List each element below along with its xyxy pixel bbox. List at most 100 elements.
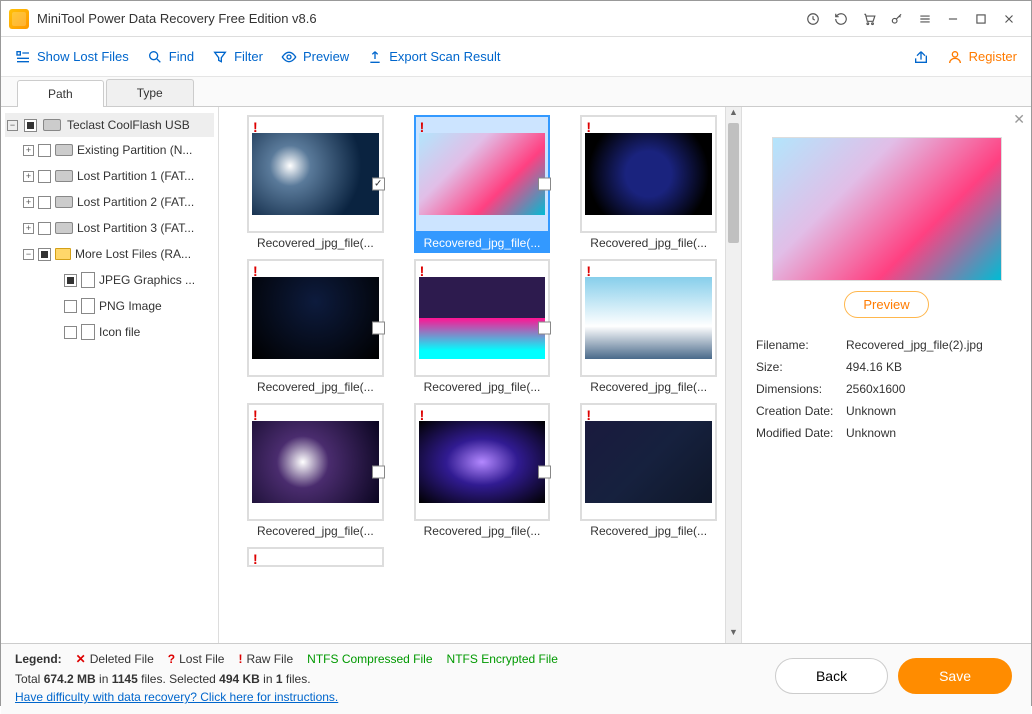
register-label: Register [969, 49, 1017, 64]
legend-deleted: Deleted File [90, 652, 154, 666]
file-checkbox[interactable] [372, 322, 385, 335]
file-card[interactable]: !Recovered_jpg_file(... [227, 403, 384, 541]
file-card[interactable]: !Recovered_jpg_file(... [560, 259, 717, 397]
checkbox[interactable] [38, 196, 51, 209]
file-checkbox[interactable] [372, 466, 385, 479]
key-icon[interactable] [883, 5, 911, 33]
share-button[interactable] [913, 49, 929, 65]
show-lost-label: Show Lost Files [37, 49, 129, 64]
tab-path[interactable]: Path [17, 80, 104, 107]
checkbox[interactable] [38, 170, 51, 183]
file-name: Recovered_jpg_file(... [580, 377, 717, 397]
legend-lost: Lost File [179, 652, 224, 666]
legend-ntfs-e: NTFS Encrypted File [447, 652, 558, 666]
file-checkbox[interactable]: ✓ [372, 178, 385, 191]
preview-meta: Filename:Recovered_jpg_file(2).jpg Size:… [756, 334, 1017, 444]
minimize-button[interactable] [939, 5, 967, 33]
tree-item[interactable]: −More Lost Files (RA... [5, 241, 214, 267]
tree-item[interactable]: +Lost Partition 2 (FAT... [5, 189, 214, 215]
tree-item[interactable]: + Lost Partition 1 (FAT... [5, 163, 214, 189]
scroll-up-icon[interactable]: ▲ [726, 107, 741, 123]
tree-panel: − Teclast CoolFlash USB +Existing Partit… [1, 107, 219, 643]
drive-icon [55, 196, 73, 208]
collapse-icon[interactable]: − [23, 249, 34, 260]
filter-icon [212, 49, 228, 65]
preview-label: Preview [303, 49, 349, 64]
file-card[interactable]: !Recovered_jpg_file(... [560, 115, 717, 253]
file-name: Recovered_jpg_file(... [580, 233, 717, 253]
help-link[interactable]: Have difficulty with data recovery? Clic… [15, 690, 338, 704]
checkbox[interactable] [38, 248, 51, 261]
tree-subitem-label: Icon file [99, 325, 140, 339]
expand-icon[interactable]: + [23, 171, 34, 182]
file-type-icon [81, 298, 95, 314]
close-button[interactable] [995, 5, 1023, 33]
tree-subitem[interactable]: JPEG Graphics ... [5, 267, 214, 293]
cart-icon[interactable] [855, 5, 883, 33]
file-card[interactable]: ! [227, 547, 384, 567]
export-button[interactable]: Export Scan Result [367, 49, 500, 65]
find-button[interactable]: Find [147, 49, 194, 65]
filter-button[interactable]: Filter [212, 49, 263, 65]
refresh-icon[interactable] [827, 5, 855, 33]
scroll-thumb[interactable] [728, 123, 739, 243]
scrollbar[interactable]: ▲ ▼ [725, 107, 741, 643]
file-name: Recovered_jpg_file(... [247, 377, 384, 397]
file-card[interactable]: !Recovered_jpg_file(... [560, 403, 717, 541]
tree-subitem[interactable]: Icon file [5, 319, 214, 345]
file-checkbox[interactable] [538, 322, 551, 335]
expand-icon[interactable]: + [23, 223, 34, 234]
tab-type[interactable]: Type [106, 79, 194, 106]
file-checkbox[interactable] [538, 178, 551, 191]
share-icon [913, 49, 929, 65]
main-content: − Teclast CoolFlash USB +Existing Partit… [1, 107, 1031, 643]
save-button[interactable]: Save [898, 658, 1012, 694]
preview-button[interactable]: Preview [281, 49, 349, 65]
menu-icon[interactable] [911, 5, 939, 33]
meta-value-size: 494.16 KB [846, 356, 902, 378]
collapse-icon[interactable]: − [7, 120, 18, 131]
preview-open-button[interactable]: Preview [844, 291, 928, 318]
tree-item[interactable]: +Lost Partition 3 (FAT... [5, 215, 214, 241]
tree-subitem-label: PNG Image [99, 299, 162, 313]
meta-value-dimensions: 2560x1600 [846, 378, 905, 400]
file-card[interactable]: ✓!Recovered_jpg_file(... [394, 115, 551, 253]
file-grid: !Recovered_jpg_file(...✓!Recovered_jpg_f… [219, 107, 725, 643]
file-card[interactable]: !Recovered_jpg_file(... [394, 403, 551, 541]
file-card[interactable]: !Recovered_jpg_file(... [227, 115, 384, 253]
checkbox[interactable] [64, 274, 77, 287]
checkbox[interactable] [64, 300, 77, 313]
checkbox[interactable] [24, 119, 37, 132]
register-button[interactable]: Register [947, 49, 1017, 65]
file-name: Recovered_jpg_file(... [247, 521, 384, 541]
checkbox[interactable] [38, 222, 51, 235]
expand-icon[interactable]: + [23, 197, 34, 208]
file-card[interactable]: !Recovered_jpg_file(... [394, 259, 551, 397]
file-card[interactable]: !Recovered_jpg_file(... [227, 259, 384, 397]
maximize-button[interactable] [967, 5, 995, 33]
tree-item[interactable]: +Existing Partition (N... [5, 137, 214, 163]
file-name: Recovered_jpg_file(... [414, 233, 551, 253]
deleted-file-icon: ✕ [76, 652, 86, 666]
tree-root[interactable]: − Teclast CoolFlash USB [5, 113, 214, 137]
show-lost-files-button[interactable]: Show Lost Files [15, 49, 129, 65]
thumbnail [419, 421, 546, 503]
file-checkbox[interactable] [538, 466, 551, 479]
export-label: Export Scan Result [389, 49, 500, 64]
expand-icon[interactable]: + [23, 145, 34, 156]
close-preview-icon[interactable]: ✕ [1013, 111, 1025, 128]
back-button[interactable]: Back [775, 658, 888, 694]
scroll-track[interactable] [726, 123, 741, 627]
scroll-down-icon[interactable]: ▼ [726, 627, 741, 643]
drive-icon [43, 119, 61, 131]
checkbox[interactable] [38, 144, 51, 157]
tree-subitem[interactable]: PNG Image [5, 293, 214, 319]
home-icon[interactable] [799, 5, 827, 33]
meta-label-dimensions: Dimensions: [756, 378, 846, 400]
preview-image [772, 137, 1002, 281]
lost-file-icon: ? [168, 652, 175, 666]
thumbnail [252, 133, 379, 215]
tree-item-label: Lost Partition 1 (FAT... [77, 169, 194, 183]
file-type-icon [81, 272, 95, 288]
checkbox[interactable] [64, 326, 77, 339]
